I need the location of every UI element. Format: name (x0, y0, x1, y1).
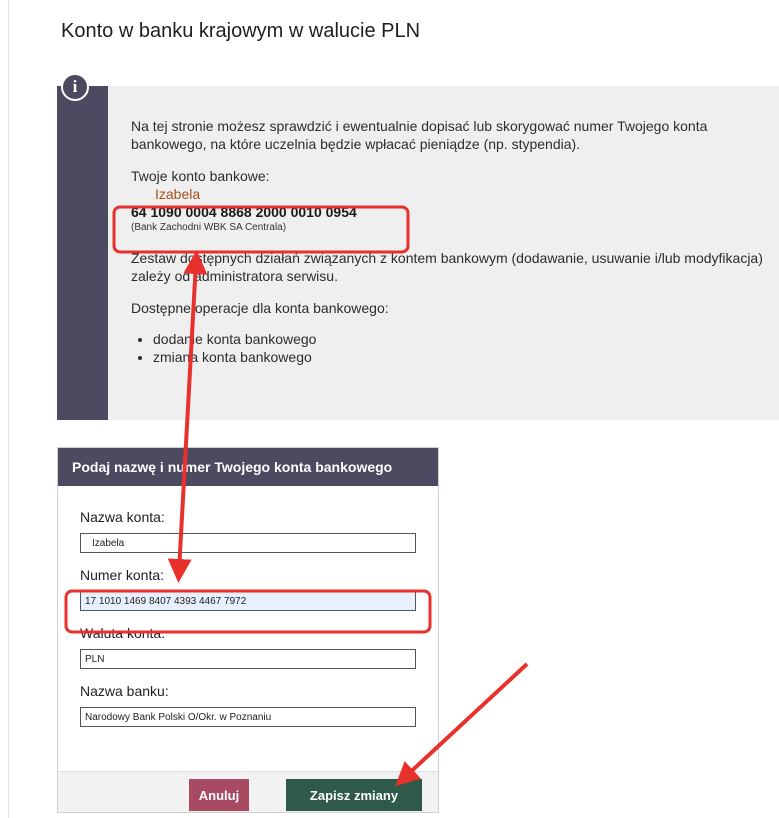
page-title: Konto w banku krajowym w walucie PLN (61, 20, 421, 42)
account-number-label: Numer konta: (80, 567, 165, 583)
info-box: Na tej stronie możesz sprawdzić i ewentu… (57, 86, 779, 420)
operations-list: dodanie konta bankowego zmiana konta ban… (131, 330, 771, 366)
currency-input[interactable] (80, 649, 416, 669)
current-account-name: Izabela (155, 186, 201, 202)
operation-item: zmiana konta bankowego (153, 348, 771, 366)
operation-item: dodanie konta bankowego (153, 330, 771, 348)
account-name-input[interactable] (80, 533, 416, 553)
account-heading: Twoje konto bankowe: (131, 168, 270, 184)
info-icon: i (61, 73, 89, 101)
operations-info: Zestaw dostępnych działań związanych z k… (131, 250, 763, 284)
info-text: Na tej stronie możesz sprawdzić i ewentu… (131, 117, 771, 366)
bank-name-input[interactable] (80, 707, 416, 727)
currency-label: Waluta konta: (80, 625, 166, 641)
form-body: Nazwa konta: Numer konta: Waluta konta: … (80, 508, 420, 740)
save-button[interactable]: Zapisz zmiany (286, 779, 422, 811)
current-bank-name: (Bank Zachodni WBK SA Centrala) (131, 222, 287, 233)
current-account-number: 64 1090 0004 8868 2000 0010 0954 (131, 204, 357, 220)
form-header: Podaj nazwę i numer Twojego konta bankow… (58, 448, 438, 486)
account-name-label: Nazwa konta: (80, 509, 165, 525)
info-stripe (57, 86, 108, 420)
info-intro: Na tej stronie możesz sprawdzić i ewentu… (131, 118, 708, 152)
cancel-button[interactable]: Anuluj (189, 779, 249, 811)
account-number-input[interactable] (80, 591, 416, 611)
operations-heading: Dostępne operacje dla konta bankowego: (131, 300, 389, 316)
bank-name-label: Nazwa banku: (80, 683, 169, 699)
form-footer: Anuluj Zapisz zmiany (58, 771, 438, 812)
bank-account-form: Podaj nazwę i numer Twojego konta bankow… (57, 447, 439, 813)
left-divider (8, 0, 9, 818)
